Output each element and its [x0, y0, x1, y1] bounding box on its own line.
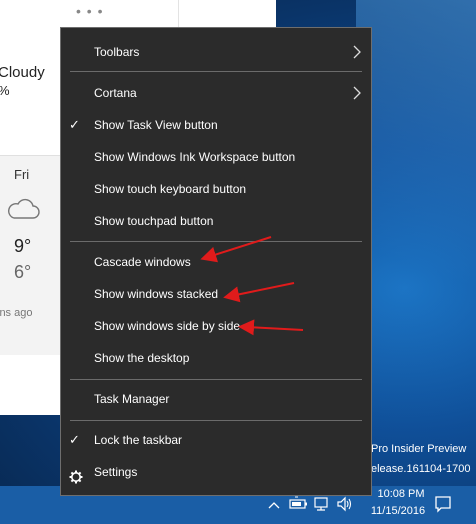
menu-item-label: Settings [94, 465, 138, 479]
menu-item-label: Show windows side by side [94, 319, 241, 333]
gear-icon [69, 465, 83, 495]
menu-item-label: Cascade windows [94, 255, 191, 269]
more-options-icon[interactable]: • • • [76, 3, 103, 19]
menu-item-settings[interactable]: Settings [61, 457, 371, 487]
menu-item-label: Show the desktop [94, 351, 190, 365]
build-watermark-line2: elease.161104-1700 [371, 463, 471, 475]
menu-item-label: Show touch keyboard button [94, 182, 247, 196]
menu-item-cascade-windows[interactable]: Cascade windows [61, 247, 371, 277]
clock-date[interactable]: 11/15/2016 [358, 505, 438, 517]
wallpaper-light-beam [356, 0, 476, 480]
battery-icon[interactable] [289, 496, 309, 515]
menu-item-show-task-view[interactable]: ✓ Show Task View button [61, 110, 371, 140]
menu-item-label: Show touchpad button [94, 214, 214, 228]
menu-item-lock-taskbar[interactable]: ✓ Lock the taskbar [61, 425, 371, 455]
menu-separator [70, 379, 362, 380]
submenu-arrow-icon [353, 37, 361, 69]
menu-item-toolbars[interactable]: Toolbars [61, 37, 371, 67]
menu-item-show-touch-keyboard[interactable]: Show touch keyboard button [61, 174, 371, 204]
menu-item-cortana[interactable]: Cortana [61, 78, 371, 108]
clock-time[interactable]: 10:08 PM [366, 488, 436, 500]
notification-icon[interactable] [433, 494, 453, 519]
forecast-low-temp: 6° [14, 262, 32, 282]
menu-item-show-windows-stacked[interactable]: Show windows stacked [61, 279, 371, 309]
cloud-icon [6, 197, 40, 226]
menu-item-show-desktop[interactable]: Show the desktop [61, 343, 371, 373]
menu-item-label: Lock the taskbar [94, 433, 183, 447]
menu-item-label: Toolbars [94, 45, 140, 59]
weather-condition: Cloudy [0, 64, 45, 81]
checkmark-icon: ✓ [69, 432, 80, 447]
menu-separator [70, 241, 362, 242]
menu-item-label: Show Windows Ink Workspace button [94, 150, 296, 164]
menu-item-show-touchpad[interactable]: Show touchpad button [61, 206, 371, 236]
taskbar-context-menu: Toolbars Cortana ✓ Show Task View button… [60, 27, 372, 496]
submenu-arrow-icon [353, 78, 361, 110]
menu-item-label: Task Manager [94, 392, 170, 406]
weather-percent: % [0, 83, 10, 98]
menu-item-show-ink-workspace[interactable]: Show Windows Ink Workspace button [61, 142, 371, 172]
menu-item-label: Show Task View button [94, 118, 218, 132]
volume-icon[interactable] [336, 496, 354, 517]
build-watermark-line1: Pro Insider Preview [371, 443, 467, 455]
menu-item-task-manager[interactable]: Task Manager [61, 384, 371, 414]
weather-footer [0, 355, 60, 415]
menu-separator [70, 71, 362, 72]
checkmark-icon: ✓ [69, 117, 80, 132]
menu-item-label: Show windows stacked [94, 287, 219, 301]
weather-updated-time: ins ago [0, 307, 33, 319]
menu-item-show-windows-side-by-side[interactable]: Show windows side by side [61, 311, 371, 341]
network-icon[interactable] [313, 496, 331, 517]
forecast-high-temp: 9° [14, 236, 32, 256]
menu-item-label: Cortana [94, 86, 137, 100]
chevron-up-icon[interactable] [268, 497, 280, 515]
forecast-day: Fri [14, 167, 30, 182]
menu-separator [70, 420, 362, 421]
